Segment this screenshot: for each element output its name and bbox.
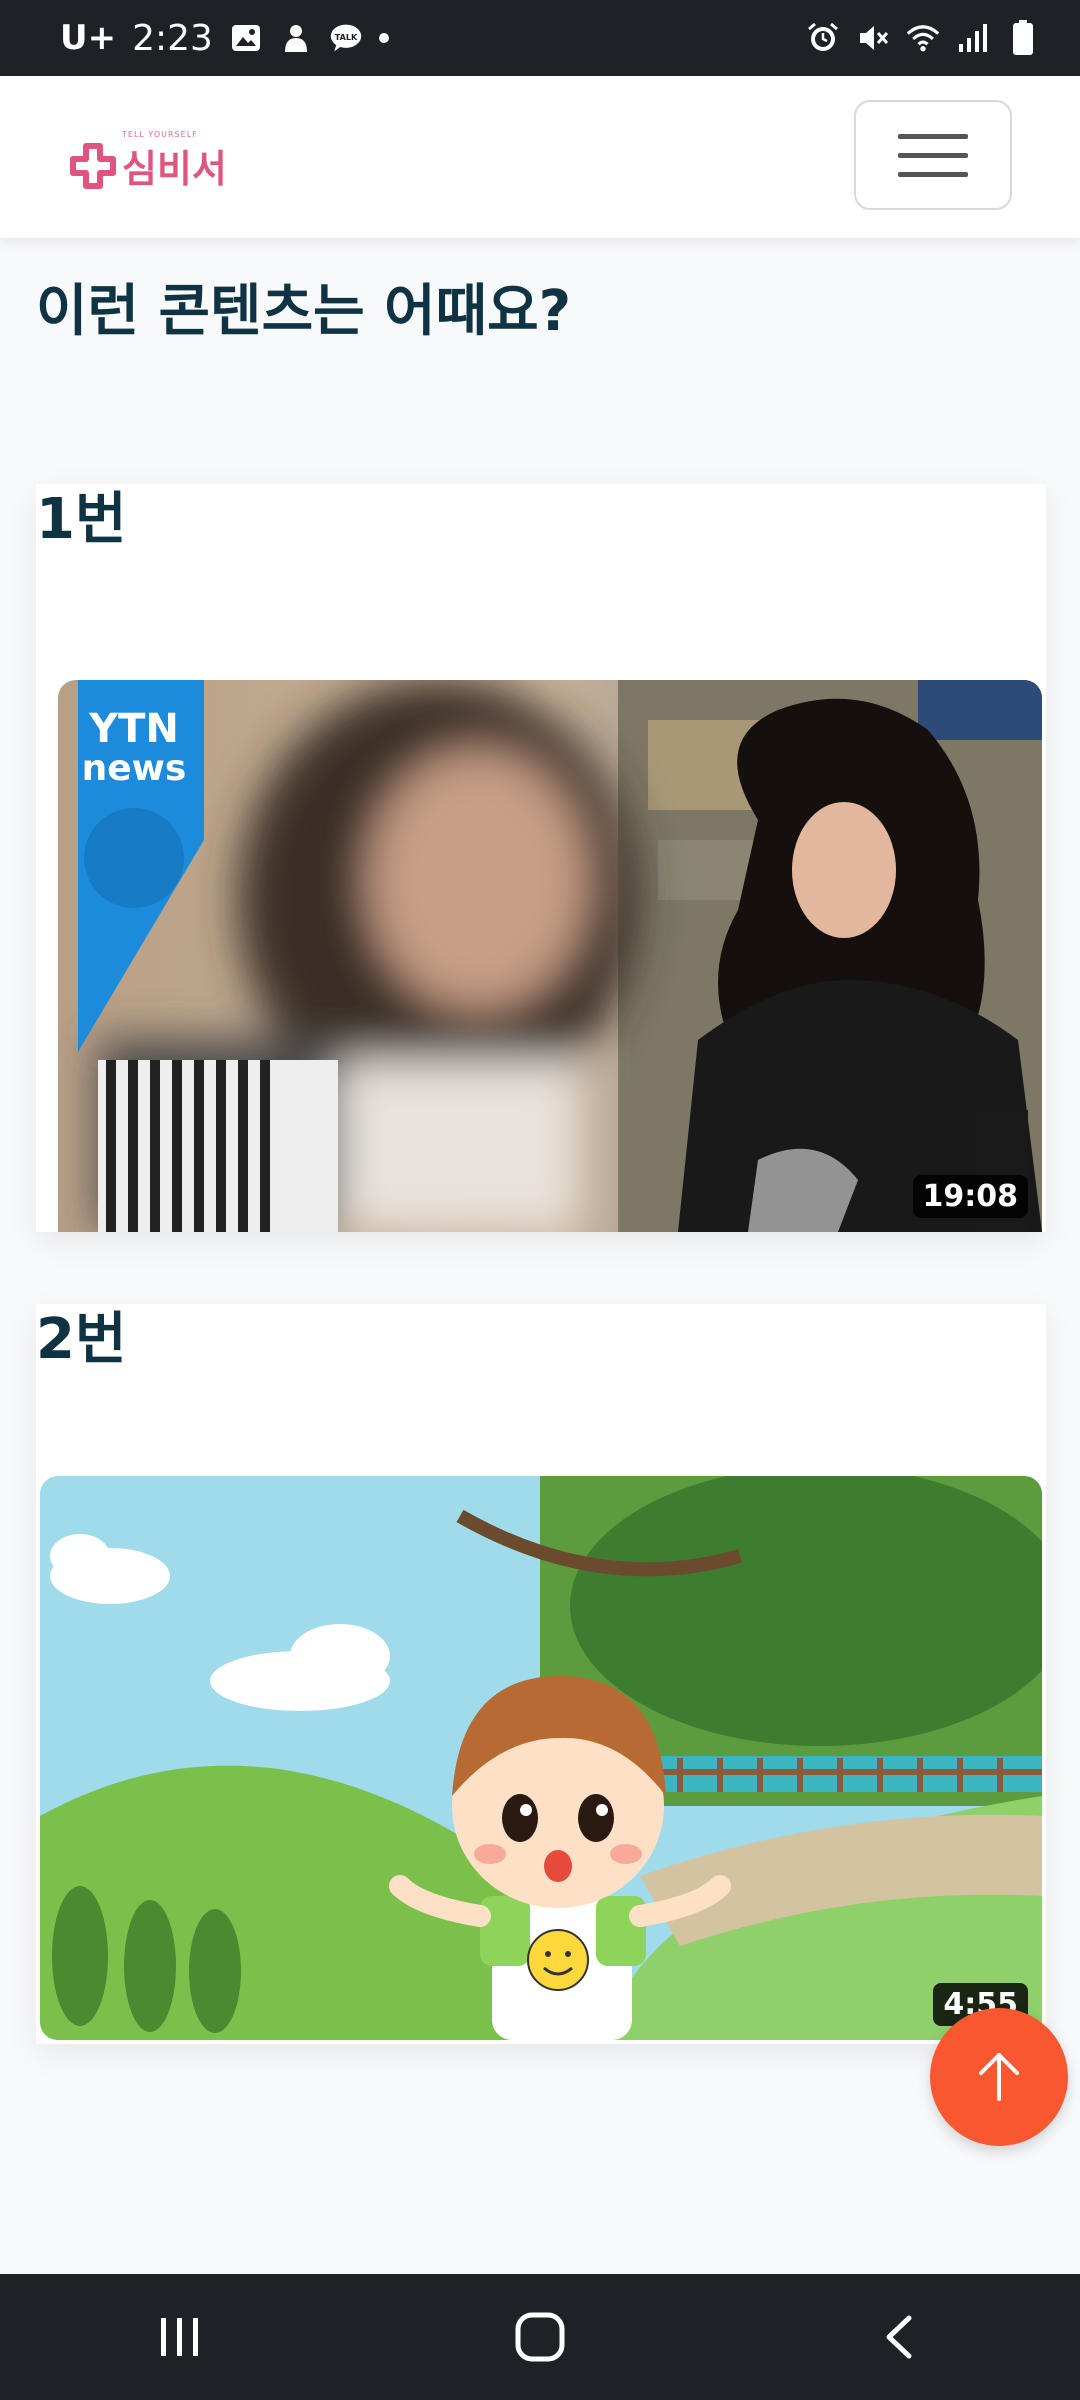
- app-icon: [279, 21, 313, 55]
- clock: 2:23: [132, 17, 213, 59]
- dot-icon: [378, 33, 389, 43]
- status-bar-right: [806, 20, 1040, 55]
- recent-apps-icon: [161, 2318, 198, 2356]
- hamburger-icon-line: [898, 152, 968, 158]
- section-title: 이런 콘텐츠는 어때요?: [36, 279, 572, 344]
- site-logo[interactable]: TELL YOURSELF 심비서: [68, 130, 227, 193]
- talk-icon: TALK: [329, 21, 363, 55]
- gallery-icon: [229, 21, 263, 55]
- content-card: 1번 YTN news 19:08: [36, 484, 1046, 1232]
- content-card: 2번 4:55: [36, 1304, 1046, 2044]
- battery-icon: [1006, 20, 1040, 55]
- logo-tagline: TELL YOURSELF: [122, 130, 198, 139]
- video-duration: 19:08: [912, 1175, 1028, 1218]
- hamburger-icon: [898, 133, 968, 139]
- logo-text: 심비서: [122, 147, 227, 191]
- recent-apps-button[interactable]: [120, 2287, 240, 2387]
- card-label: 1번: [36, 487, 127, 552]
- hamburger-icon-line: [898, 171, 968, 177]
- wifi-icon: [906, 21, 940, 55]
- back-button[interactable]: [840, 2287, 960, 2387]
- home-icon: [515, 2312, 565, 2362]
- carrier-label: U+: [60, 18, 117, 58]
- thumbnail-image: [40, 1476, 1042, 2040]
- thumbnail-logo-line2: news: [82, 748, 187, 789]
- menu-toggle-button[interactable]: [854, 100, 1012, 210]
- signal-icon: [956, 21, 990, 55]
- card-label: 2번: [36, 1307, 127, 1372]
- logo-cross-icon: [70, 142, 116, 189]
- home-button[interactable]: [480, 2287, 600, 2387]
- video-thumbnail[interactable]: 4:55: [40, 1476, 1042, 2040]
- status-bar-left: U+ 2:23 TALK: [60, 18, 389, 59]
- video-thumbnail[interactable]: YTN news 19:08: [58, 680, 1042, 1232]
- system-nav-bar: [0, 2274, 1080, 2400]
- talk-icon-label: TALK: [335, 33, 358, 42]
- arrow-up-icon: [979, 2053, 1019, 2101]
- alarm-icon: [806, 21, 840, 55]
- thumbnail-image: YTN news: [58, 680, 1042, 1232]
- scroll-to-top-button[interactable]: [930, 2008, 1068, 2146]
- status-bar: U+ 2:23 TALK: [0, 0, 1080, 76]
- mute-icon: [856, 21, 890, 55]
- top-navbar: TELL YOURSELF 심비서: [0, 76, 1080, 238]
- back-icon: [886, 2315, 912, 2359]
- thumbnail-logo-line1: YTN: [88, 706, 179, 752]
